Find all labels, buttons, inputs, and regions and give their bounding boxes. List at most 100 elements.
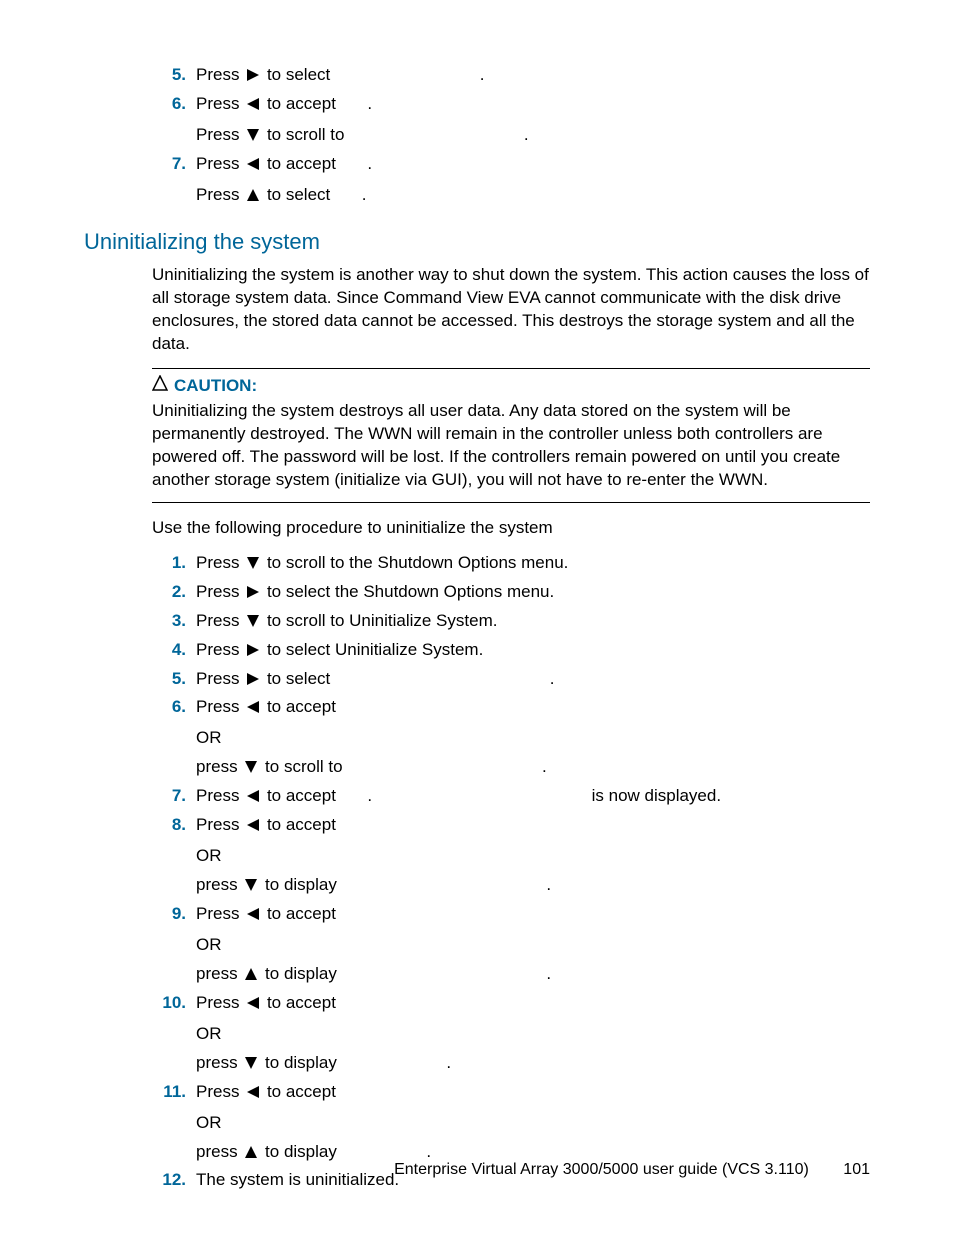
step-number: 10. [162,992,186,1015]
text: Press [196,185,239,204]
text: Press [196,669,239,688]
left-arrow-icon [246,994,260,1017]
list-item: 4. Press to select Uninitialize System. [152,639,870,664]
text: press [196,964,238,983]
divider [152,368,870,369]
text: Press [196,125,239,144]
text: . [367,786,372,805]
left-arrow-icon [246,155,260,178]
text: . [426,1142,431,1161]
text: to display [265,1142,337,1161]
caution-paragraph: Uninitializing the system destroys all u… [152,400,870,492]
or-text: OR [196,1023,870,1046]
left-arrow-icon [246,816,260,839]
list-item: 11. Press to accept OR press to display … [152,1081,870,1166]
text: to scroll to Uninitialize System. [267,611,498,630]
list-item: 1. Press to scroll to the Shutdown Optio… [152,552,870,577]
text: to accept [267,904,336,923]
down-arrow-icon [246,612,260,635]
text: to select the Shutdown Options menu. [267,582,554,601]
step-number: 9. [162,903,186,926]
step-number: 7. [162,153,186,176]
text: . [542,757,547,776]
or-text: OR [196,1112,870,1135]
text: to display [265,875,337,894]
text: is now displayed. [592,786,721,805]
continuation-list: 5. Press to select . 6. Press to accept … [152,64,870,209]
down-arrow-icon [246,554,260,577]
right-arrow-icon [246,66,260,89]
step-number: 6. [162,93,186,116]
text: Press [196,94,239,113]
list-item: 8. Press to accept OR press to display . [152,814,870,899]
or-text: OR [196,934,870,957]
text: . [446,1053,451,1072]
text: to scroll to [265,757,342,776]
list-item: 6. Press to accept . Press to scroll to … [152,93,870,149]
procedure-intro: Use the following procedure to uninitial… [152,517,870,540]
text: Press [196,993,239,1012]
text: Press [196,154,239,173]
text: Press [196,611,239,630]
text: to select [267,65,330,84]
text: Press [196,640,239,659]
text: to accept [267,94,336,113]
up-arrow-icon [244,965,258,988]
divider [152,502,870,503]
text: . [550,669,555,688]
text: to display [265,1053,337,1072]
text: to accept [267,786,336,805]
procedure-list: 1. Press to scroll to the Shutdown Optio… [152,552,870,1193]
list-item: 10. Press to accept OR press to display … [152,992,870,1077]
left-arrow-icon [246,787,260,810]
step-content: Press to accept . Press to scroll to . [196,93,870,149]
down-arrow-icon [244,876,258,899]
text: . [480,65,485,84]
down-arrow-icon [244,758,258,781]
text: to scroll to the Shutdown Options menu. [267,553,568,572]
text: Press [196,553,239,572]
step-number: 2. [162,581,186,604]
step-number: 5. [162,64,186,87]
step-number: 3. [162,610,186,633]
list-item: 3. Press to scroll to Uninitialize Syste… [152,610,870,635]
step-number: 7. [162,785,186,808]
or-text: OR [196,727,870,750]
list-item: 7. Press to accept . is now displayed. [152,785,870,810]
text: press [196,875,238,894]
text: Press [196,697,239,716]
text: Press [196,1082,239,1101]
step-number: 5. [162,668,186,691]
list-item: 6. Press to accept OR press to scroll to… [152,696,870,781]
down-arrow-icon [244,1054,258,1077]
list-item: 5. Press to select . [152,64,870,89]
text: to select [267,669,330,688]
text: Press [196,786,239,805]
list-item: 7. Press to accept . Press to select . [152,153,870,209]
text: to accept [267,993,336,1012]
left-arrow-icon [246,698,260,721]
caution-label-text: CAUTION: [174,375,257,398]
list-item: 9. Press to accept OR press to display . [152,903,870,988]
down-arrow-icon [246,126,260,149]
left-arrow-icon [246,905,260,928]
right-arrow-icon [246,670,260,693]
text: to display [265,964,337,983]
page-number: 101 [843,1159,870,1181]
text: . [524,125,529,144]
text: . [367,154,372,173]
text: Press [196,904,239,923]
text: to select Uninitialize System. [267,640,483,659]
intro-paragraph: Uninitializing the system is another way… [152,264,870,356]
step-number: 6. [162,696,186,719]
text: . [546,964,551,983]
list-item: 2. Press to select the Shutdown Options … [152,581,870,606]
text: press [196,1053,238,1072]
page: 5. Press to select . 6. Press to accept … [0,0,954,1235]
text: to select [267,185,330,204]
text: to accept [267,154,336,173]
step-content: Press to select . [196,64,870,89]
step-content: Press to accept . Press to select . [196,153,870,209]
text: . [362,185,367,204]
step-number: 4. [162,639,186,662]
